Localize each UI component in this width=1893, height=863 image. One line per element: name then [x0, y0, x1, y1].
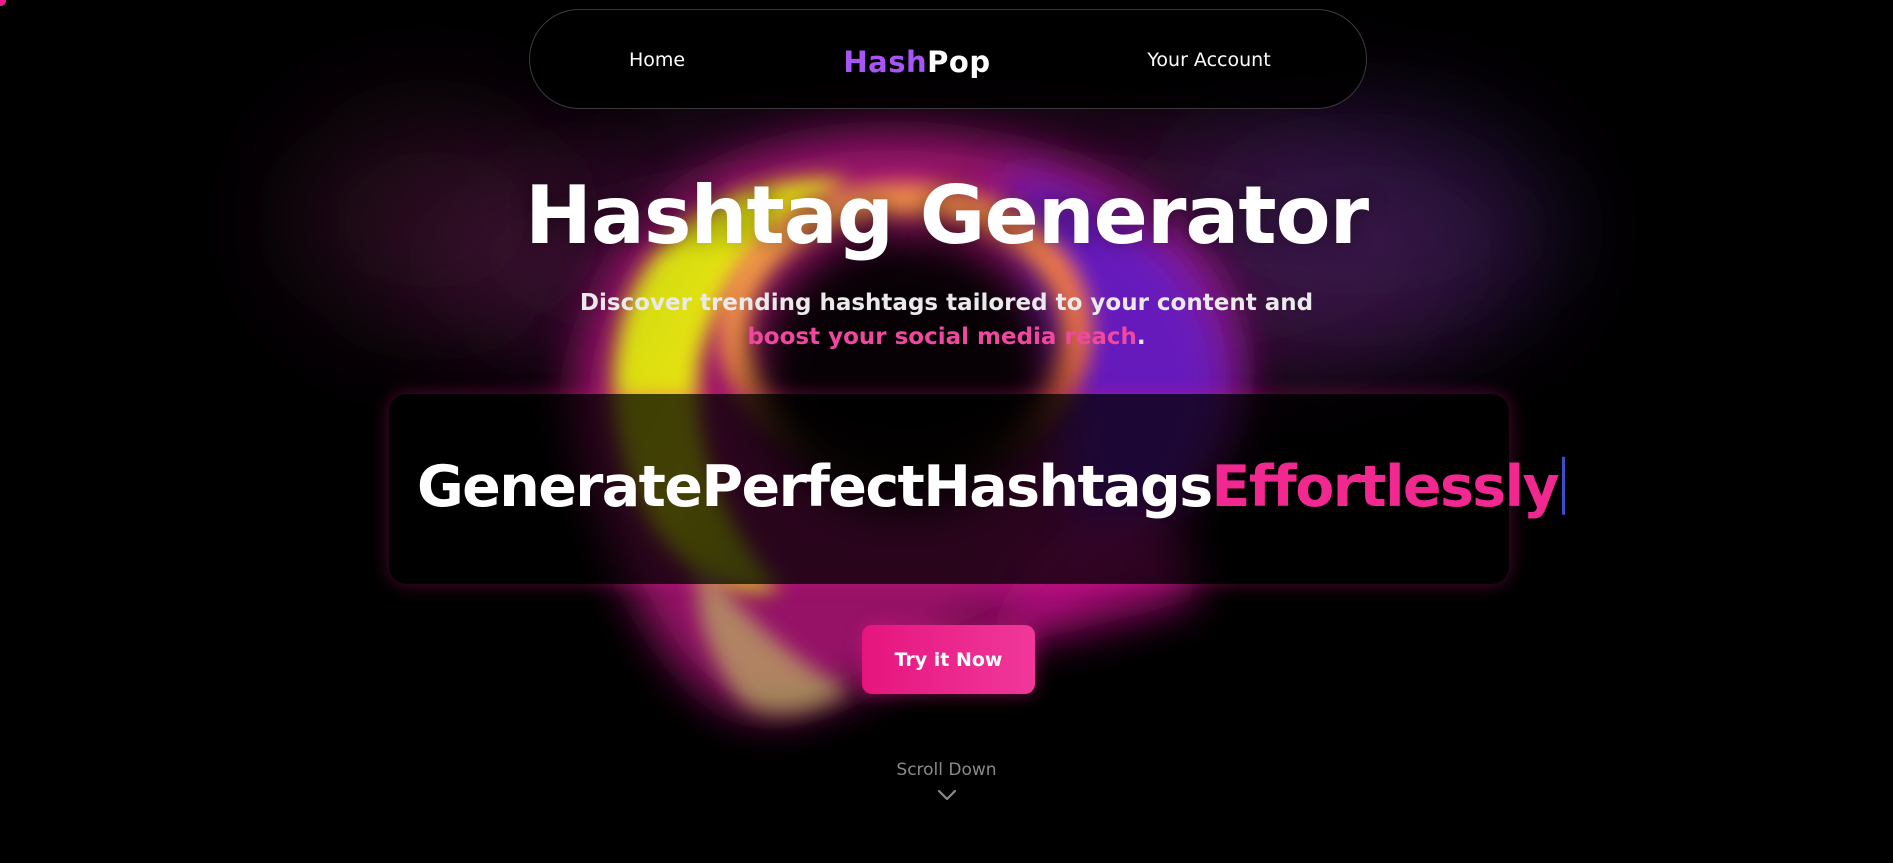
subtitle-text: Discover trending hashtags tailored to y… [579, 290, 1314, 316]
chevron-down-icon [937, 786, 957, 805]
typing-caret [1562, 457, 1566, 516]
page-title: Hashtag Generator [524, 169, 1369, 262]
scroll-down[interactable]: Scroll Down [0, 760, 1893, 805]
nav-account-link[interactable]: Your Account [1147, 49, 1270, 71]
hero-subtitle: Discover trending hashtags tailored to y… [556, 286, 1337, 354]
page: Home HashPop Your Account Hashtag Genera… [0, 0, 1893, 863]
typing-line: GeneratePerfectHashtagsEffortlessly [417, 457, 1566, 519]
scroll-down-label: Scroll Down [896, 760, 997, 780]
typing-accent-text: Effortlessly [1211, 453, 1560, 520]
logo-hash-text: Hash [843, 45, 928, 79]
top-nav: Home HashPop Your Account [529, 9, 1367, 109]
subtitle-period: . [1136, 324, 1146, 350]
subtitle-accent-text: boost your social media reach [747, 324, 1137, 350]
typing-panel: GeneratePerfectHashtagsEffortlessly [389, 394, 1566, 584]
corner-dot [0, 0, 6, 6]
logo-pop-text: Pop [927, 45, 991, 79]
nav-home-link[interactable]: Home [629, 49, 685, 71]
typing-text: GeneratePerfectHashtags [417, 453, 1213, 520]
brand-logo[interactable]: HashPop [843, 45, 990, 79]
try-it-now-button[interactable]: Try it Now [862, 625, 1035, 694]
